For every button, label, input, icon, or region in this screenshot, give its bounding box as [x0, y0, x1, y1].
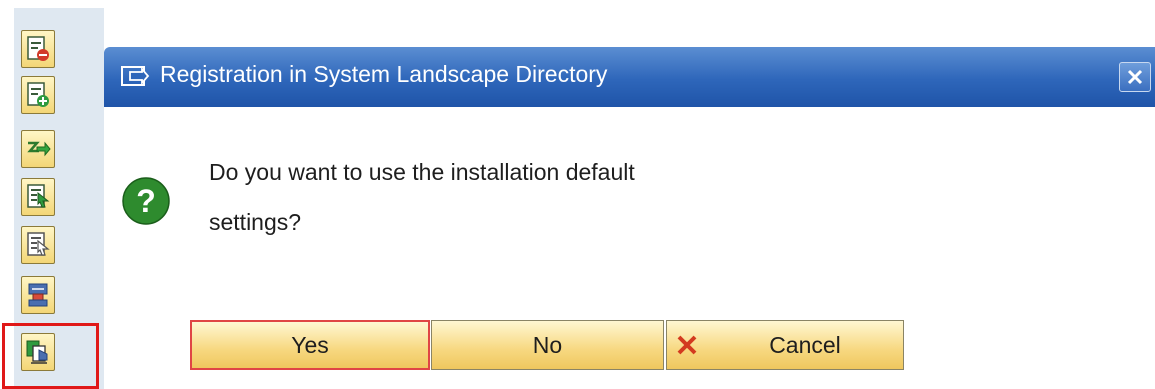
add-entry-icon: [27, 82, 49, 107]
close-button[interactable]: [1119, 62, 1151, 92]
display-document-button[interactable]: [21, 226, 55, 264]
confirmation-dialog: Registration in System Landscape Directo…: [104, 47, 1155, 389]
execute-arrow-icon: [27, 141, 51, 157]
svg-text:?: ?: [136, 183, 156, 219]
select-document-button[interactable]: [21, 178, 55, 216]
display-document-icon: [27, 232, 50, 256]
no-button-label: No: [532, 331, 563, 358]
message-line-2: settings?: [209, 209, 302, 235]
no-button[interactable]: No: [431, 320, 664, 370]
dialog-title: Registration in System Landscape Directo…: [160, 61, 608, 87]
yes-button[interactable]: Yes: [190, 320, 430, 370]
dialog-titlebar[interactable]: Registration in System Landscape Directo…: [104, 47, 1155, 107]
dialog-body: ? Do you want to use the installation de…: [104, 107, 1155, 389]
remove-entry-icon: [27, 36, 49, 61]
cancel-x-icon: [677, 335, 697, 355]
cancel-button-label: Cancel: [769, 331, 841, 358]
configuration-icon: [28, 283, 48, 307]
close-icon: [1127, 69, 1143, 85]
cancel-button[interactable]: Cancel: [666, 320, 904, 370]
question-icon: ?: [122, 177, 170, 225]
dialog-message: Do you want to use the installation defa…: [209, 147, 769, 247]
add-entry-button[interactable]: [21, 76, 55, 114]
dialog-button-row: Yes No Cancel: [190, 320, 910, 372]
execute-button[interactable]: [21, 130, 55, 168]
dialog-window-icon: [121, 66, 150, 86]
select-document-icon: [27, 184, 50, 208]
yes-button-label: Yes: [291, 331, 329, 358]
remove-entry-button[interactable]: [21, 30, 55, 68]
highlight-box: [2, 323, 99, 389]
message-line-1: Do you want to use the installation defa…: [209, 159, 635, 185]
configuration-button[interactable]: [21, 276, 55, 314]
